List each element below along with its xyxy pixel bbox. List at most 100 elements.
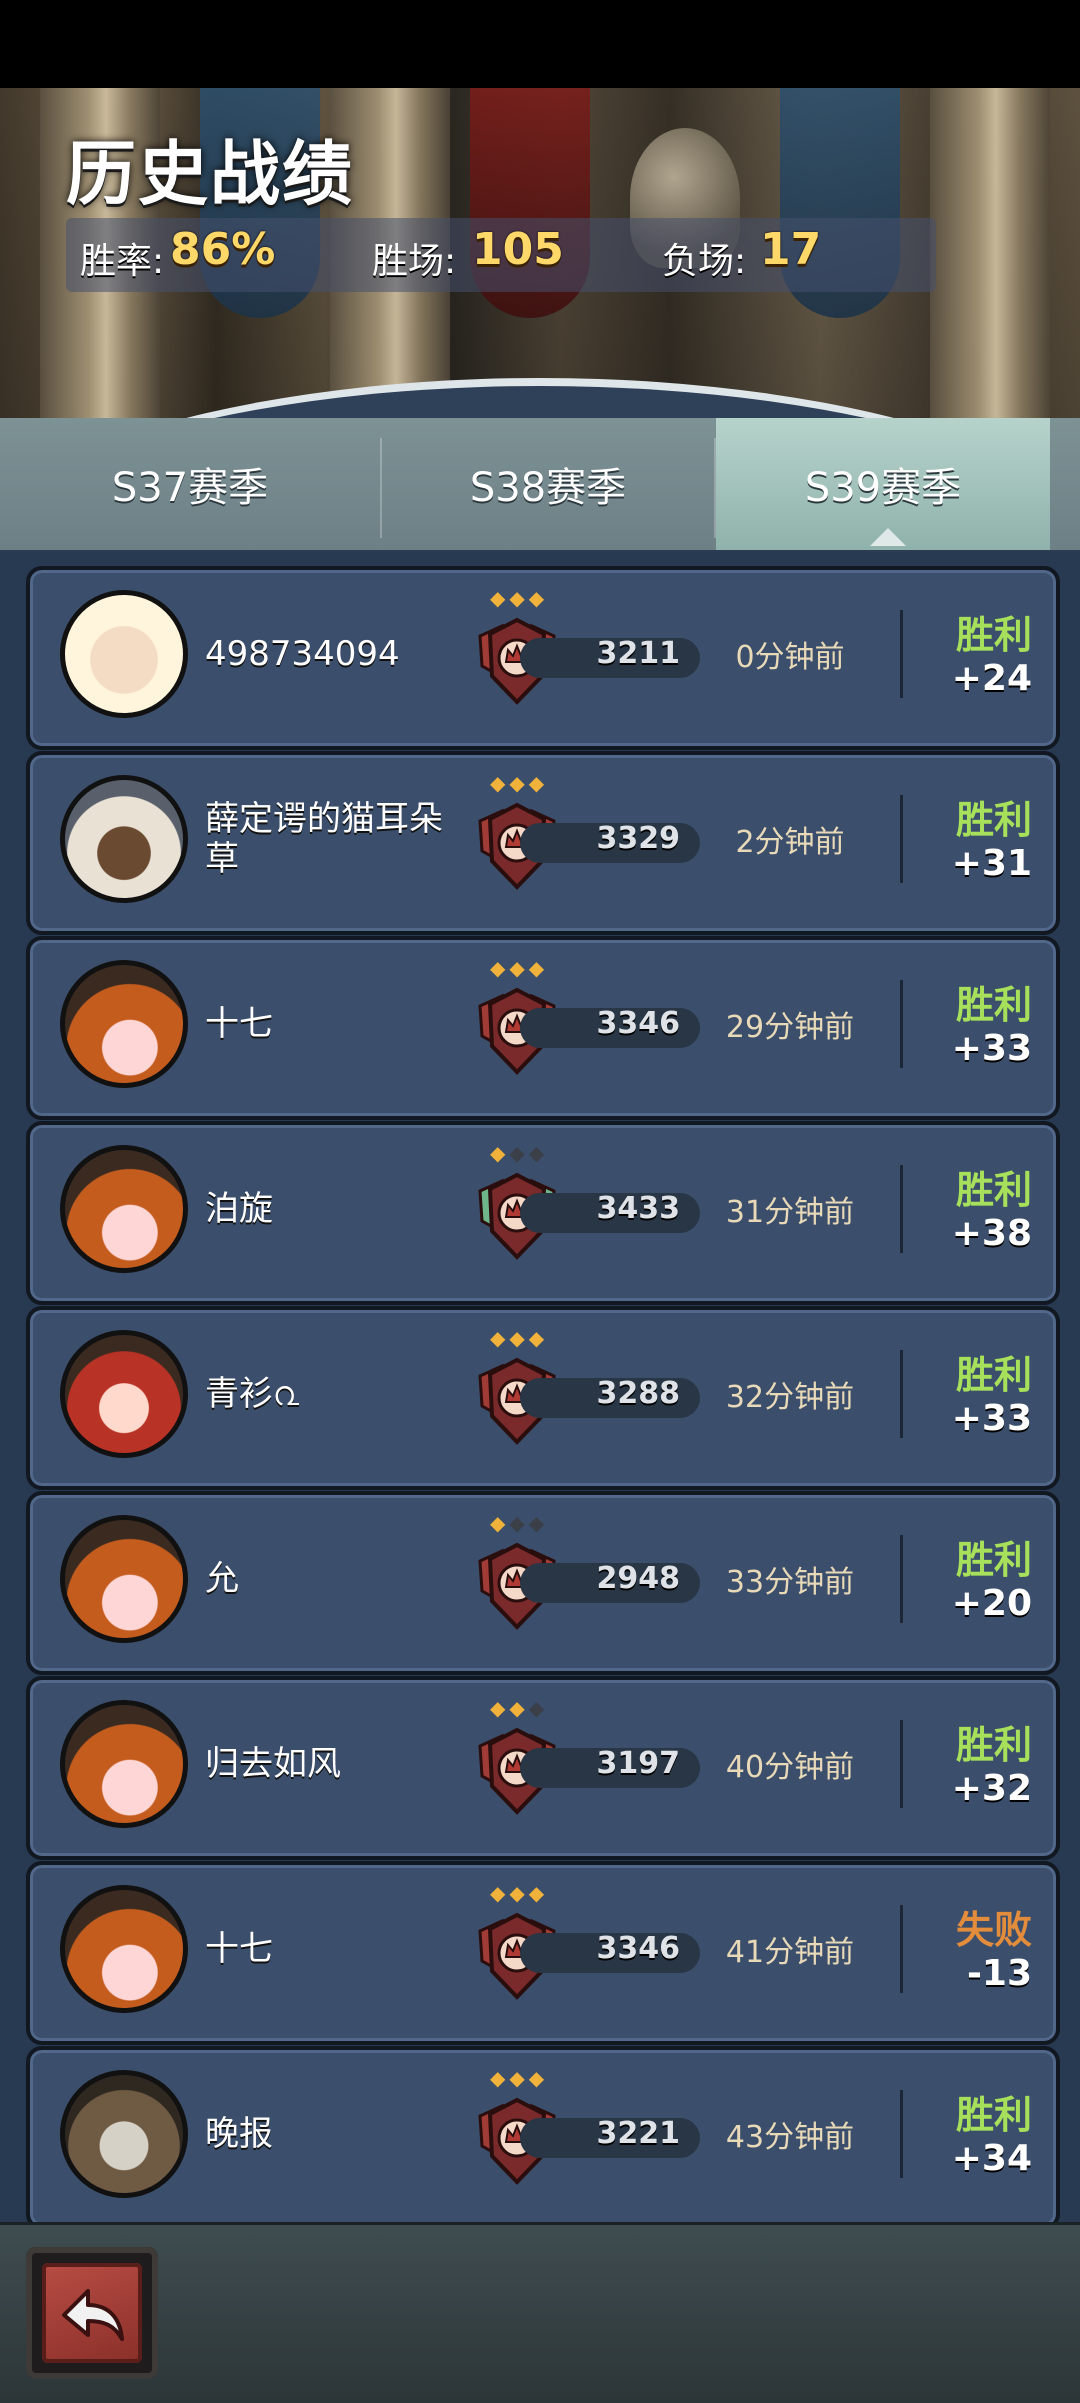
losses-label: 负场:: [662, 241, 747, 282]
card-divider: [900, 2090, 903, 2178]
rank-info: ◆◆◆ 2948: [460, 1511, 700, 1653]
match-card[interactable]: 十七 ◆◆◆ 3346 29分钟前 胜利 +33: [26, 936, 1060, 1120]
tab-label: S37赛季: [111, 465, 269, 511]
match-time: 43分钟前: [725, 2120, 855, 2155]
cat-ear-girl-avatar: [60, 775, 188, 903]
rank-info: ◆◆◆ 3433: [460, 1141, 700, 1283]
wins-label: 胜场:: [372, 241, 457, 282]
match-card[interactable]: 薛定谔的猫耳朵草 ◆◆◆ 3329 2分钟前 胜利 +31: [26, 751, 1060, 935]
score-delta: +24: [951, 658, 1032, 699]
chief-avatar: [60, 1330, 188, 1458]
player-name: 青衫൨: [205, 1374, 299, 1414]
match-time: 32分钟前: [725, 1380, 855, 1415]
banner-curve: [0, 378, 1080, 418]
score-delta: +32: [951, 1768, 1032, 1809]
player-name: 十七: [205, 1004, 273, 1044]
player-name: 晚报: [205, 2114, 273, 2154]
player-name: 归去如风: [205, 1744, 341, 1784]
win-rate-label: 胜率:: [80, 241, 165, 282]
match-time: 29分钟前: [725, 1010, 855, 1045]
player-name: 498734094: [205, 634, 400, 674]
rank-score: 3197: [596, 1746, 681, 1781]
match-card[interactable]: 十七 ◆◆◆ 3346 41分钟前 失败 -13: [26, 1861, 1060, 2045]
pillar-decoration: [930, 88, 1050, 418]
page-title: 历史战绩: [66, 133, 354, 215]
rank-info: ◆◆◆ 3288: [460, 1326, 700, 1468]
wins-value: 105: [472, 224, 564, 275]
losses-value: 17: [760, 224, 822, 275]
card-divider: [900, 1535, 903, 1623]
bottom-bar: [0, 2222, 1080, 2403]
match-result: 胜利: [955, 2093, 1032, 2137]
rank-info: ◆◆◆ 3346: [460, 1881, 700, 2023]
match-card[interactable]: 498734094 ◆◆◆ 3211 0分钟前 胜利 +24: [26, 566, 1060, 750]
match-card[interactable]: 允 ◆◆◆ 2948 33分钟前 胜利 +20: [26, 1491, 1060, 1675]
match-result: 胜利: [955, 613, 1032, 657]
match-card[interactable]: 泊旋 ◆◆◆ 3433 31分钟前 胜利 +38: [26, 1121, 1060, 1305]
rank-score: 3221: [596, 2116, 681, 2151]
player-name: 泊旋: [205, 1189, 273, 1229]
rank-info: ◆◆◆ 3197: [460, 1696, 700, 1838]
match-result: 失败: [955, 1908, 1032, 1952]
match-card[interactable]: 晚报 ◆◆◆ 3221 43分钟前 胜利 +34: [26, 2046, 1060, 2222]
card-divider: [900, 610, 903, 698]
match-time: 0分钟前: [735, 640, 845, 675]
score-delta: +33: [951, 1398, 1032, 1439]
rank-info: ◆◆◆ 3346: [460, 956, 700, 1098]
pumpkin-avatar: [60, 1515, 188, 1643]
back-button[interactable]: [26, 2247, 158, 2379]
card-divider: [900, 795, 903, 883]
match-result: 胜利: [955, 1723, 1032, 1767]
pumpkin-avatar: [60, 1145, 188, 1273]
card-divider: [900, 1720, 903, 1808]
win-rate-value: 86%: [170, 224, 276, 275]
match-time: 2分钟前: [735, 825, 845, 860]
card-divider: [900, 1350, 903, 1438]
active-tab-pointer: [870, 528, 906, 546]
lamb-avatar: [60, 590, 188, 718]
match-time: 40分钟前: [725, 1750, 855, 1785]
tab-s37[interactable]: S37赛季: [0, 418, 380, 550]
score-delta: -13: [966, 1953, 1032, 1994]
rank-info: ◆◆◆ 3221: [460, 2066, 700, 2208]
match-time: 33分钟前: [725, 1565, 855, 1600]
score-delta: +31: [951, 843, 1032, 884]
score-delta: +33: [951, 1028, 1032, 1069]
player-name: 十七: [205, 1929, 273, 1969]
rank-score: 2948: [596, 1561, 681, 1596]
pumpkin-avatar: [60, 1885, 188, 2013]
pumpkin-avatar: [60, 960, 188, 1088]
rank-score: 3433: [596, 1191, 681, 1226]
match-result: 胜利: [955, 1353, 1032, 1397]
card-divider: [900, 1165, 903, 1253]
match-result: 胜利: [955, 798, 1032, 842]
back-button-face: [42, 2263, 142, 2363]
back-arrow-icon: [62, 2289, 124, 2341]
match-result: 胜利: [955, 1538, 1032, 1582]
rank-score: 3346: [596, 1006, 681, 1041]
rank-score: 3211: [596, 636, 681, 671]
monk-avatar: [60, 2070, 188, 2198]
season-tabs: S37赛季 S38赛季 S39赛季: [0, 418, 1080, 550]
tab-label: S38赛季: [469, 465, 627, 511]
match-result: 胜利: [955, 983, 1032, 1027]
rank-score: 3329: [596, 821, 681, 856]
player-name: 薛定谔的猫耳朵草: [205, 799, 443, 879]
card-divider: [900, 980, 903, 1068]
tab-s38[interactable]: S38赛季: [382, 418, 714, 550]
score-delta: +34: [951, 2138, 1032, 2179]
match-result: 胜利: [955, 1168, 1032, 1212]
match-time: 31分钟前: [725, 1195, 855, 1230]
player-name: 允: [205, 1559, 239, 1599]
match-time: 41分钟前: [725, 1935, 855, 1970]
rank-score: 3346: [596, 1931, 681, 1966]
rank-info: ◆◆◆ 3211: [460, 586, 700, 728]
status-bar: [0, 0, 1080, 88]
tab-label: S39赛季: [804, 465, 962, 511]
score-delta: +20: [951, 1583, 1032, 1624]
pumpkin-avatar: [60, 1700, 188, 1828]
match-card[interactable]: 归去如风 ◆◆◆ 3197 40分钟前 胜利 +32: [26, 1676, 1060, 1860]
match-history-list[interactable]: 498734094 ◆◆◆ 3211 0分钟前 胜利 +24 薛定谔的猫耳朵草 …: [0, 552, 1080, 2222]
match-card[interactable]: 青衫൨ ◆◆◆ 3288 32分钟前 胜利 +33: [26, 1306, 1060, 1490]
card-divider: [900, 1905, 903, 1993]
